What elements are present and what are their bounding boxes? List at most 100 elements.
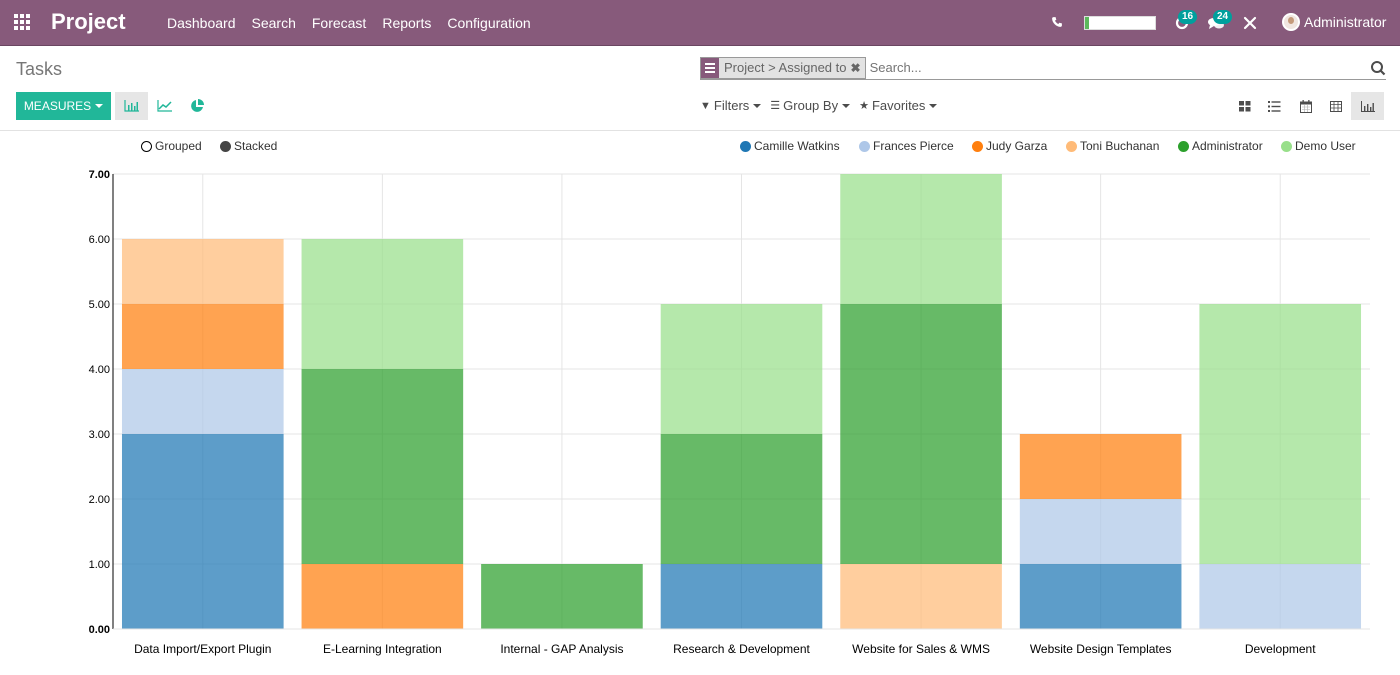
search-input[interactable] bbox=[869, 60, 1350, 75]
bar-segment bbox=[1019, 434, 1182, 499]
line-chart-icon bbox=[156, 100, 172, 112]
activity-badge: 16 bbox=[1178, 10, 1198, 24]
bar-chart-icon bbox=[123, 100, 139, 112]
stacked-label: Stacked bbox=[234, 139, 278, 153]
x-tick-label: Internal - GAP Analysis bbox=[500, 642, 623, 656]
pivot-table-icon bbox=[1329, 100, 1342, 112]
kanban-icon bbox=[1238, 100, 1250, 111]
legend-color-dot-icon bbox=[972, 140, 983, 152]
legend-item[interactable]: Toni Buchanan bbox=[1066, 139, 1159, 153]
legend-color-dot-icon bbox=[1066, 140, 1077, 152]
star-icon: ★ bbox=[859, 100, 869, 112]
main-menu: Dashboard Search Forecast Reports Config… bbox=[159, 0, 539, 46]
y-tick-label: 6.00 bbox=[89, 234, 110, 246]
bar-segment bbox=[121, 369, 284, 434]
pie-chart-button[interactable] bbox=[180, 92, 213, 120]
list-icon bbox=[1268, 100, 1281, 112]
group-by-dropdown[interactable]: ☰ Group By bbox=[770, 98, 851, 113]
radio-filled-icon bbox=[220, 140, 231, 152]
caret-down-icon bbox=[95, 104, 104, 108]
menu-item-forecast[interactable]: Forecast bbox=[304, 15, 374, 31]
group-by-label: Group By bbox=[783, 98, 839, 113]
group-by-facet-icon bbox=[701, 57, 719, 78]
bar-segment bbox=[840, 304, 1002, 564]
progress-fill bbox=[1085, 17, 1089, 29]
view-pivot-button[interactable] bbox=[1319, 92, 1352, 120]
menu-item-search[interactable]: Search bbox=[244, 15, 304, 31]
pie-chart-icon bbox=[190, 99, 204, 112]
caret-down-icon bbox=[753, 103, 762, 108]
legend-label: Administrator bbox=[1192, 139, 1263, 153]
search-bar: Project > Assigned to ✖ bbox=[700, 56, 1386, 80]
legend-color-dot-icon bbox=[740, 140, 751, 152]
legend-color-dot-icon bbox=[1281, 140, 1292, 152]
menu-item-configuration[interactable]: Configuration bbox=[439, 15, 538, 31]
y-tick-label: 7.00 bbox=[89, 169, 110, 181]
menu-item-dashboard[interactable]: Dashboard bbox=[159, 15, 244, 31]
filters-label: Filters bbox=[713, 98, 750, 113]
legend-label: Judy Garza bbox=[986, 139, 1048, 153]
legend-item[interactable]: Frances Pierce bbox=[859, 139, 954, 153]
legend-color-dot-icon bbox=[1178, 140, 1189, 152]
view-graph-button[interactable] bbox=[1351, 92, 1384, 120]
y-tick-label: 5.00 bbox=[89, 299, 110, 311]
x-tick-label: Website for Sales & WMS bbox=[852, 642, 990, 656]
user-menu[interactable]: Administrator bbox=[1282, 13, 1386, 31]
stacked-mode-toggle[interactable]: Stacked bbox=[220, 139, 277, 153]
y-tick-label: 2.00 bbox=[89, 494, 110, 506]
control-panel-divider bbox=[0, 130, 1400, 131]
legend-item[interactable]: Judy Garza bbox=[972, 139, 1047, 153]
bar-segment bbox=[660, 304, 823, 434]
y-tick-label: 4.00 bbox=[89, 364, 110, 376]
app-name: Project bbox=[51, 9, 126, 34]
search-icon[interactable] bbox=[1370, 60, 1386, 76]
legend-item[interactable]: Demo User bbox=[1281, 139, 1356, 153]
view-list-button[interactable] bbox=[1258, 92, 1291, 120]
menu-item-reports[interactable]: Reports bbox=[374, 15, 439, 31]
legend-label: Demo User bbox=[1295, 139, 1356, 153]
x-tick-label: Research & Development bbox=[673, 642, 810, 656]
search-facet[interactable]: Project > Assigned to ✖ bbox=[700, 56, 866, 79]
y-tick-label: 0.00 bbox=[89, 624, 110, 636]
favorites-dropdown[interactable]: ★ Favorites bbox=[859, 98, 938, 113]
bar-segment bbox=[1019, 499, 1182, 564]
remove-facet-icon[interactable]: ✖ bbox=[851, 61, 865, 75]
grouped-mode-toggle[interactable]: Grouped bbox=[141, 139, 202, 153]
measures-label: MEASURES bbox=[23, 99, 92, 113]
bar-segment bbox=[301, 369, 464, 564]
view-kanban-button[interactable] bbox=[1228, 92, 1261, 120]
avatar bbox=[1282, 13, 1300, 31]
bar-segment bbox=[1019, 564, 1182, 629]
progress-widget[interactable] bbox=[1084, 16, 1156, 30]
search-options: ▼ Filters ☰ Group By ★ Favorites bbox=[700, 98, 946, 113]
messages-badge: 24 bbox=[1213, 10, 1233, 24]
line-chart-button[interactable] bbox=[148, 92, 181, 120]
graph-icon bbox=[1360, 100, 1375, 112]
calendar-icon bbox=[1299, 99, 1312, 113]
legend-item[interactable]: Administrator bbox=[1178, 139, 1263, 153]
caret-down-icon bbox=[929, 103, 938, 108]
y-tick-label: 1.00 bbox=[89, 559, 110, 571]
bar-segment bbox=[121, 239, 284, 304]
phone-icon[interactable] bbox=[1050, 15, 1064, 29]
legend-label: Frances Pierce bbox=[873, 139, 954, 153]
legend-item[interactable]: Camille Watkins bbox=[740, 139, 840, 153]
bar-segment bbox=[840, 564, 1002, 629]
legend-color-dot-icon bbox=[859, 140, 870, 152]
measures-dropdown-button[interactable]: MEASURES bbox=[16, 92, 111, 120]
top-navbar: Project Dashboard Search Forecast Report… bbox=[0, 0, 1400, 46]
radio-empty-icon bbox=[141, 140, 152, 152]
filters-dropdown[interactable]: ▼ Filters bbox=[700, 98, 762, 113]
apps-menu-icon[interactable] bbox=[14, 14, 32, 30]
bar-segment bbox=[660, 434, 823, 564]
bar-segment bbox=[1199, 564, 1362, 629]
debug-tools-icon[interactable] bbox=[1242, 15, 1258, 31]
group-by-icon: ☰ bbox=[770, 100, 781, 112]
bar-segment bbox=[301, 564, 464, 629]
x-tick-label: Website Design Templates bbox=[1030, 642, 1172, 656]
bar-chart-button[interactable] bbox=[115, 92, 148, 120]
x-tick-label: Data Import/Export Plugin bbox=[134, 642, 271, 656]
bar-segment bbox=[840, 174, 1002, 304]
user-name: Administrator bbox=[1304, 14, 1387, 30]
view-calendar-button[interactable] bbox=[1289, 92, 1322, 120]
